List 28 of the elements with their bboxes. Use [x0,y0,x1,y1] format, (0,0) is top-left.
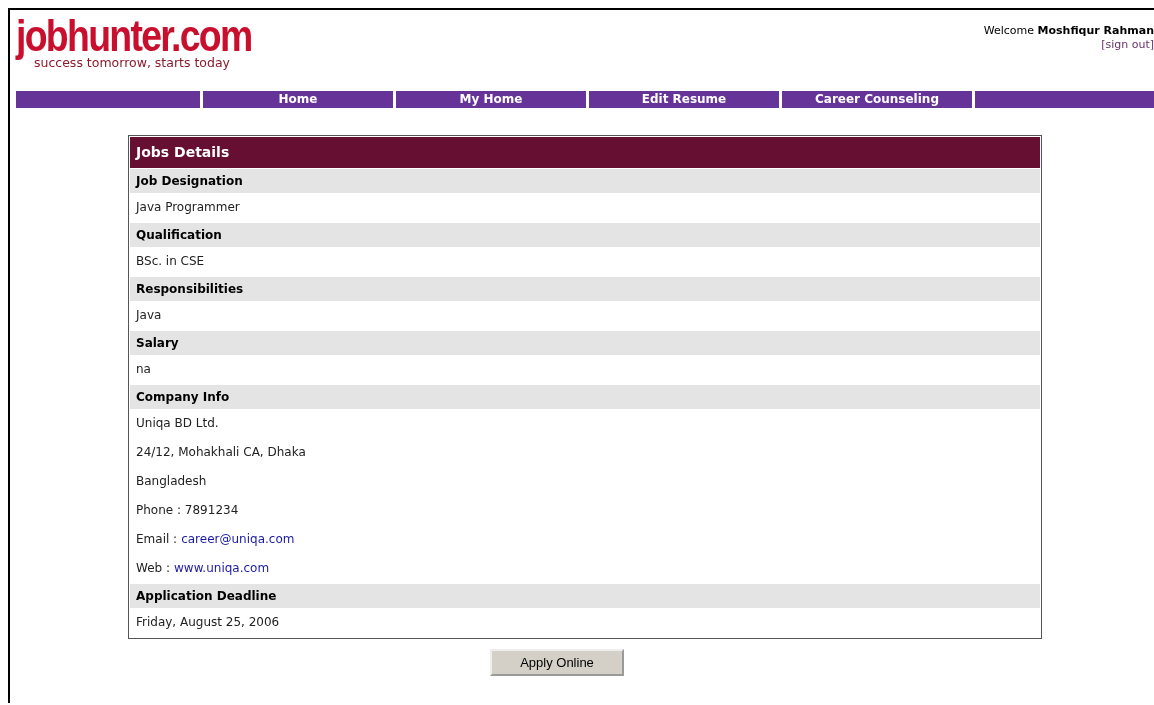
section-heading: Application Deadline [130,584,1040,608]
site-logo[interactable]: jobhunter.com success tomorrow, starts today [16,16,294,91]
section-heading: Salary [130,331,1040,355]
detail-text: Uniqa BD Ltd. [135,415,220,432]
detail-text: Friday, August 25, 2006 [135,614,281,631]
detail-text: Java [134,307,163,324]
detail-text: 24/12, Mohakhali CA, Dhaka [135,444,307,461]
detail-text: na [135,361,152,378]
panel-title: Jobs Details [130,137,1040,168]
detail-text: Java Programmer [134,199,241,216]
nav-link[interactable]: My Home [396,91,586,108]
nav-link[interactable]: Home [203,91,393,108]
detail-label: Email : [136,531,178,548]
nav-link[interactable]: Career Counseling [782,91,972,108]
section-heading: Responsibilities [130,277,1040,301]
detail-text: Bangladesh [135,473,208,490]
detail-text: BSc. in CSE [135,253,206,270]
welcome-text: Welcome Moshfiqur Rahman [983,24,1154,38]
detail-text: Phone : 7891234 [135,502,240,519]
section-heading: Company Info [130,385,1040,409]
detail-label: Web : [136,560,171,577]
contact-link[interactable]: career@uniqa.com [181,525,295,554]
apply-online-button[interactable]: Apply Online [490,649,624,676]
contact-link[interactable]: www.uniqa.com [174,554,270,583]
sign-out-link[interactable]: [sign out] [1101,38,1154,51]
section-heading: Qualification [130,223,1040,247]
nav-link[interactable]: Edit Resume [589,91,779,108]
section-heading: Job Designation [130,169,1040,193]
